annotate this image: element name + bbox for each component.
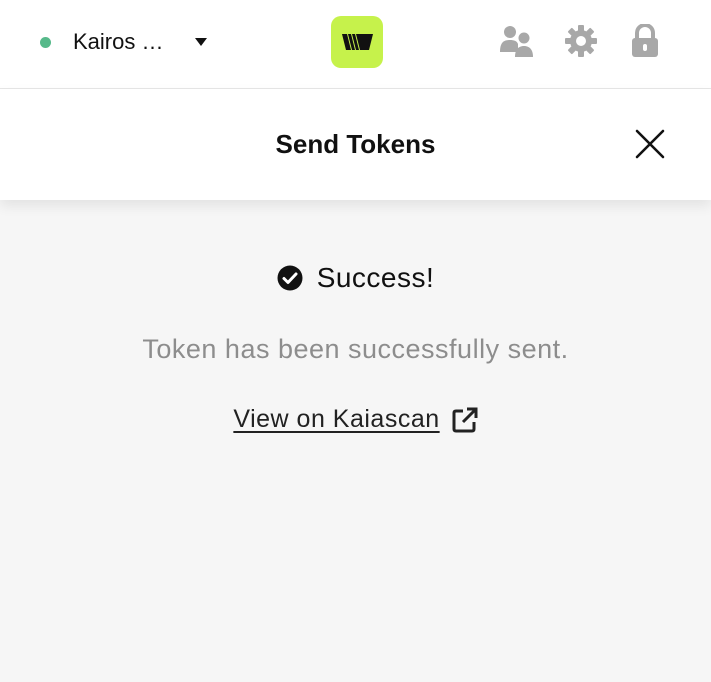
success-message: Token has been successfully sent. (142, 334, 569, 364)
page-header: Send Tokens (0, 89, 711, 200)
result-status: Success! (0, 262, 711, 296)
network-name: Kairos … (73, 29, 164, 54)
success-row: Success! (277, 262, 435, 294)
check-circle-icon (277, 265, 303, 291)
success-text: Success! (316, 262, 435, 293)
gear-icon[interactable] (564, 24, 598, 58)
view-on-explorer-link[interactable]: View on Kaiascan (233, 405, 478, 434)
network-selector[interactable]: Kairos … (40, 22, 207, 62)
status-dot-icon (40, 36, 51, 48)
contacts-icon[interactable] (500, 24, 534, 58)
explorer-link-row: View on Kaiascan (0, 405, 711, 434)
page-title: Send Tokens (275, 129, 436, 159)
wallet-logo-icon (331, 16, 383, 68)
caret-down-icon (195, 38, 207, 46)
explorer-link-label: View on Kaiascan (233, 405, 440, 433)
top-bar: Kairos … (0, 0, 711, 89)
external-link-icon (452, 407, 478, 432)
close-icon[interactable] (632, 126, 668, 162)
lock-icon[interactable] (630, 24, 660, 58)
